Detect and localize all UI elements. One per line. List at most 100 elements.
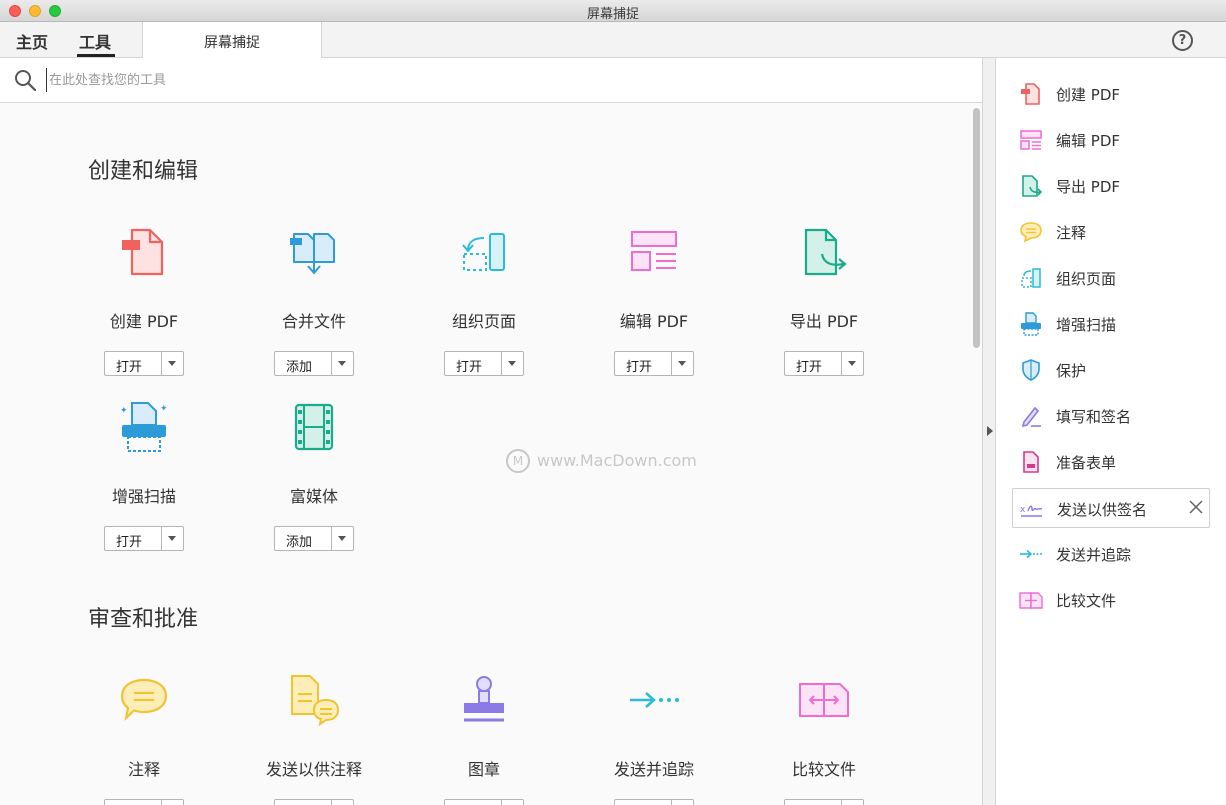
tool-export-pdf[interactable]: 导出 PDF 打开 <box>739 226 909 376</box>
panel-item-label: 创建 PDF <box>1056 86 1120 104</box>
send-and-track-icon <box>1020 549 1042 559</box>
panel-item-label: 注释 <box>1056 224 1087 242</box>
help-icon[interactable]: ? <box>1172 30 1193 51</box>
tool-label: 发送并追踪 <box>613 760 694 779</box>
collapse-panel-icon[interactable] <box>987 426 993 436</box>
tool-add-button[interactable]: 添加 <box>444 799 524 805</box>
panel-item-protect[interactable]: 保护 <box>1012 350 1210 390</box>
button-separator <box>331 352 332 375</box>
enhance-scan-icon <box>1021 312 1041 336</box>
tool-label: 创建 PDF <box>109 312 179 331</box>
button-separator <box>841 352 842 375</box>
panel-item-fill-sign[interactable]: 填写和签名 <box>1012 396 1210 436</box>
tool-open-button[interactable]: 打开 <box>104 799 184 805</box>
tool-combine-files[interactable]: 合并文件 添加 <box>229 226 399 376</box>
top-nav: 主页 工具 屏幕捕捉 ? <box>0 22 1226 58</box>
shield-icon <box>1022 359 1040 381</box>
tool-open-button[interactable]: 打开 <box>444 351 524 376</box>
tool-create-pdf[interactable]: 创建 PDF 打开 <box>59 226 229 376</box>
panel-item-export-pdf[interactable]: 导出 PDF <box>1012 166 1210 206</box>
panel-item-organize-pages[interactable]: 组织页面 <box>1012 258 1210 298</box>
chevron-down-icon[interactable] <box>168 536 176 541</box>
panel-item-send-for-signature[interactable]: x 发送以供签名 <box>1012 488 1210 528</box>
panel-item-label: 保护 <box>1056 362 1087 380</box>
export-pdf-icon <box>804 228 847 276</box>
active-tab-indicator <box>77 54 115 57</box>
chevron-down-icon[interactable] <box>508 361 516 366</box>
edit-pdf-icon <box>631 231 677 271</box>
chevron-down-icon[interactable] <box>338 536 346 541</box>
tab-tools[interactable]: 工具 <box>79 29 111 53</box>
panel-item-label: 填写和签名 <box>1056 408 1132 426</box>
panel-item-enhance-scan[interactable]: 增强扫描 <box>1012 304 1210 344</box>
chevron-down-icon[interactable] <box>678 361 686 366</box>
search-icon <box>15 70 36 91</box>
tool-organize-pages[interactable]: 组织页面 打开 <box>399 226 569 376</box>
tool-stamp[interactable]: 图章 添加 <box>399 674 569 805</box>
tool-label: 图章 <box>467 760 500 779</box>
tool-enhance-scan[interactable]: ✦ ✦ 增强扫描 打开 <box>59 401 229 551</box>
panel-item-label: 发送以供签名 <box>1057 501 1148 519</box>
compare-files-icon <box>1019 592 1043 609</box>
send-for-signature-icon: x <box>1020 505 1043 517</box>
button-separator <box>161 800 162 805</box>
panel-item-label: 导出 PDF <box>1056 178 1120 196</box>
panel-item-send-and-track[interactable]: 发送并追踪 <box>1012 534 1210 574</box>
panel-item-label: 准备表单 <box>1056 454 1117 472</box>
button-separator <box>331 527 332 550</box>
chevron-down-icon[interactable] <box>848 361 856 366</box>
panel-divider[interactable] <box>983 58 996 805</box>
button-label: 打开 <box>796 360 823 375</box>
button-separator <box>671 800 672 805</box>
tool-label: 编辑 PDF <box>619 312 689 331</box>
rich-media-icon <box>294 403 334 451</box>
search-bar <box>0 58 982 103</box>
tab-home[interactable]: 主页 <box>16 29 48 53</box>
tool-open-button[interactable]: 打开 <box>784 351 864 376</box>
panel-item-create-pdf[interactable]: 创建 PDF <box>1012 74 1210 114</box>
search-input[interactable] <box>46 68 646 92</box>
tool-open-button[interactable]: 打开 <box>104 526 184 551</box>
button-separator <box>501 800 502 805</box>
panel-item-comment[interactable]: 注释 <box>1012 212 1210 252</box>
button-separator <box>501 352 502 375</box>
comment-icon <box>120 678 168 722</box>
panel-item-compare-files[interactable]: 比较文件 <box>1012 580 1210 620</box>
tool-label: 注释 <box>127 760 160 779</box>
tool-comment[interactable]: 注释 打开 <box>59 674 229 805</box>
tool-compare-files[interactable]: 比较文件 打开 <box>739 674 909 805</box>
button-label: 添加 <box>286 535 313 550</box>
chevron-down-icon[interactable] <box>338 361 346 366</box>
tab-document[interactable]: 屏幕捕捉 <box>142 22 322 58</box>
tool-add-button[interactable]: 添加 <box>274 799 354 805</box>
section-title-create-edit: 创建和编辑 <box>88 159 199 184</box>
tool-add-button[interactable]: 添加 <box>274 526 354 551</box>
tool-add-button[interactable]: 添加 <box>274 351 354 376</box>
panel-item-edit-pdf[interactable]: 编辑 PDF <box>1012 120 1210 160</box>
panel-item-label: 组织页面 <box>1056 270 1117 288</box>
close-icon[interactable] <box>1188 499 1204 515</box>
tool-edit-pdf[interactable]: 编辑 PDF 打开 <box>569 226 739 376</box>
send-and-track-icon <box>630 692 679 708</box>
tool-send-and-track[interactable]: 发送并追踪 打开 <box>569 674 739 805</box>
button-separator <box>841 800 842 805</box>
send-for-comments-icon <box>291 675 340 726</box>
create-pdf-icon <box>1021 83 1040 105</box>
panel-item-prepare-form[interactable]: 准备表单 <box>1012 442 1210 482</box>
chevron-down-icon[interactable] <box>168 361 176 366</box>
tool-label: 组织页面 <box>451 312 516 331</box>
button-label: 打开 <box>626 360 653 375</box>
tool-open-button[interactable]: 打开 <box>614 351 694 376</box>
tool-label: 富媒体 <box>289 487 338 506</box>
edit-pdf-icon <box>1020 130 1042 150</box>
stamp-icon <box>464 676 504 722</box>
scrollbar-thumb[interactable] <box>973 108 980 348</box>
panel-item-label: 增强扫描 <box>1056 316 1117 334</box>
watermark-text: www.MacDown.com <box>537 451 697 470</box>
tool-open-button[interactable]: 打开 <box>104 351 184 376</box>
tool-open-button[interactable]: 打开 <box>614 799 694 805</box>
tool-send-for-comments[interactable]: 发送以供注释 添加 <box>229 674 399 805</box>
tool-rich-media[interactable]: 富媒体 添加 <box>229 401 399 551</box>
tool-label: 合并文件 <box>281 312 346 331</box>
tool-open-button[interactable]: 打开 <box>784 799 864 805</box>
